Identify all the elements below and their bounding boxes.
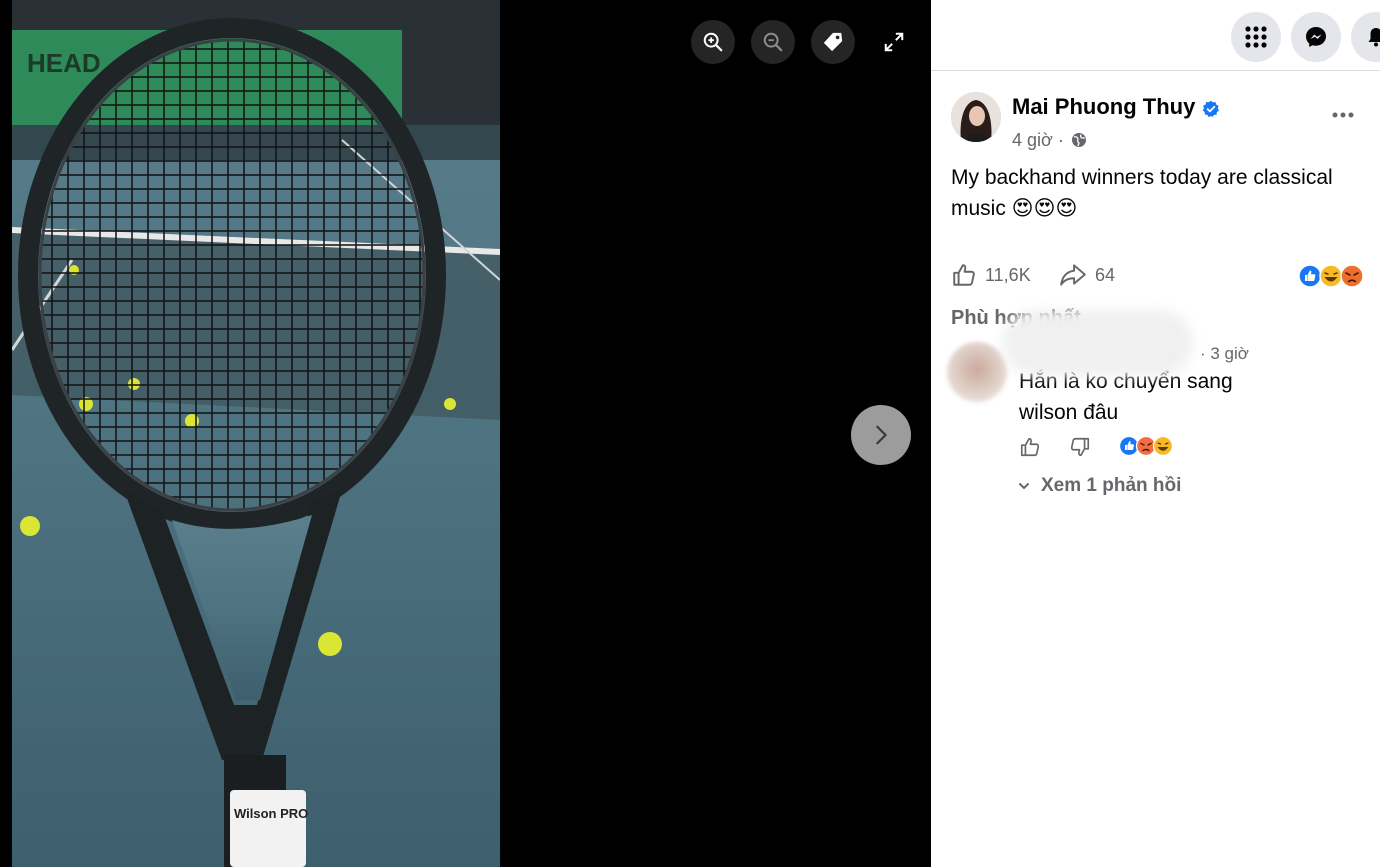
photo-viewer: HEAD Wilson PRO	[0, 0, 931, 867]
verified-badge-icon	[1202, 100, 1219, 118]
zoom-in-icon	[703, 32, 723, 52]
grid-menu-icon	[1245, 26, 1267, 48]
post-side-panel: Mai Phuong Thuy 4 giờ · My backhand winn…	[931, 0, 1380, 867]
like-reaction-icon	[1298, 264, 1322, 288]
tag-icon	[823, 32, 843, 52]
post-photo[interactable]: HEAD Wilson PRO	[12, 0, 500, 867]
net-banner-text: HEAD	[27, 48, 101, 78]
share-icon	[1060, 264, 1086, 286]
share-button[interactable]: 64	[1059, 258, 1115, 292]
reaction-icons	[1298, 264, 1364, 288]
comment-time[interactable]: · 3 giờ	[1200, 344, 1249, 364]
angry-reaction-icon	[1340, 264, 1364, 288]
tennis-racket-photo: HEAD Wilson PRO	[12, 0, 500, 867]
post-timestamp[interactable]: 4 giờ ·	[1012, 130, 1087, 151]
blurred-commenter-name	[1003, 310, 1193, 376]
fullscreen-icon	[884, 32, 904, 52]
bell-icon	[1368, 28, 1380, 47]
commenter-avatar[interactable]	[947, 342, 1007, 402]
comment-like-reaction-icon	[1119, 435, 1140, 457]
like-count: 11,6K	[985, 264, 1031, 285]
view-replies-button[interactable]: Xem 1 phản hồi	[1017, 475, 1181, 497]
post-header: Mai Phuong Thuy 4 giờ ·	[951, 92, 1361, 152]
chevron-down-icon	[1019, 483, 1029, 490]
post-text: My backhand winners today are classical …	[951, 166, 1333, 220]
messenger-icon	[1306, 27, 1326, 47]
like-button[interactable]: 11,6K	[951, 258, 1031, 292]
comment-haha-reaction-icon	[1152, 435, 1174, 457]
zoom-out-icon	[763, 32, 783, 52]
fullscreen-button[interactable]	[872, 20, 916, 64]
chevron-right-icon	[876, 425, 887, 445]
author-photo	[951, 92, 1001, 142]
comment-angry-reaction-icon	[1135, 435, 1157, 457]
comment-like-icon[interactable]	[1019, 436, 1041, 458]
share-count: 64	[1095, 264, 1116, 285]
menu-button[interactable]	[1231, 12, 1281, 62]
comment-dislike-icon[interactable]	[1069, 436, 1091, 458]
next-photo-button[interactable]	[851, 405, 911, 465]
grip-brand-text: Wilson PRO	[234, 806, 308, 821]
more-options-button[interactable]	[1326, 100, 1360, 130]
thumbs-up-icon	[953, 264, 975, 286]
post-stats: 11,6K 64	[951, 258, 1366, 292]
zoom-out-button[interactable]	[751, 20, 795, 64]
author-name[interactable]: Mai Phuong Thuy	[1012, 94, 1195, 120]
globe-icon	[1071, 133, 1086, 147]
comment-reaction-icons[interactable]	[1119, 435, 1179, 457]
haha-reaction-icon	[1319, 264, 1343, 288]
post-time-text[interactable]: 4 giờ ·	[1012, 130, 1064, 150]
author-avatar[interactable]	[951, 92, 1001, 142]
more-dots-icon	[1332, 112, 1354, 118]
top-bar	[931, 0, 1380, 71]
notifications-button[interactable]	[1351, 12, 1380, 62]
tag-photo-button[interactable]	[811, 20, 855, 64]
messenger-button[interactable]	[1291, 12, 1341, 62]
view-replies-label[interactable]: Xem 1 phản hồi	[1041, 475, 1181, 497]
zoom-in-button[interactable]	[691, 20, 735, 64]
comment-actions	[1019, 432, 1269, 462]
reaction-summary[interactable]	[1298, 264, 1368, 288]
